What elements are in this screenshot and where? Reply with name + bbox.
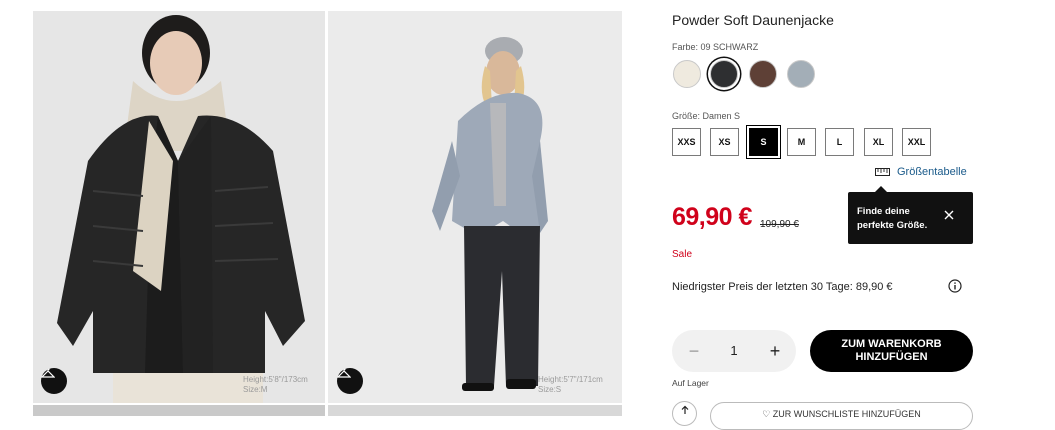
add-to-wishlist-button[interactable]: ♡ ZUR WUNSCHLISTE HINZUFÜGEN: [710, 402, 973, 430]
model-info: Height:5'8"/173cm Size:M: [243, 375, 308, 395]
product-image-model-1[interactable]: Height:5'8"/173cm Size:M: [33, 11, 325, 403]
product-image-next-row[interactable]: [33, 405, 325, 416]
tooltip-arrow: [875, 186, 887, 192]
color-swatch-beige[interactable]: [673, 60, 701, 88]
model-size: Size:M: [243, 385, 268, 394]
info-icon[interactable]: [948, 279, 962, 293]
ruler-icon: [875, 168, 890, 176]
size-button-s[interactable]: S: [749, 128, 778, 156]
hanger-glyph: [41, 368, 55, 378]
model-size: Size:S: [538, 385, 562, 394]
tooltip-text: Finde deine perfekte Größe.: [857, 206, 928, 231]
info-glyph: [948, 279, 962, 293]
size-chart-label: Größentabelle: [897, 166, 967, 178]
share-icon: [681, 405, 688, 414]
add-to-cart-button[interactable]: ZUM WARENKORB HINZUFÜGEN: [810, 330, 973, 372]
size-chart-link[interactable]: Größentabelle: [875, 166, 967, 178]
color-label: Farbe: 09 SCHWARZ: [672, 42, 759, 52]
model-1-illustration: [33, 11, 325, 403]
size-button-xs[interactable]: XS: [710, 128, 739, 156]
product-gallery: Height:5'8"/173cm Size:M Height:5'7"/171…: [0, 0, 640, 416]
size-button-xl[interactable]: XL: [864, 128, 893, 156]
size-tooltip: Finde deine perfekte Größe.: [848, 186, 973, 244]
hanger-glyph: [337, 368, 351, 378]
color-swatch-braun[interactable]: [749, 60, 777, 88]
model-info: Height:5'7"/171cm Size:S: [538, 375, 603, 395]
quantity-decrease-button[interactable]: −: [684, 341, 704, 361]
model-height: Height:5'7"/171cm: [538, 375, 603, 384]
product-title: Powder Soft Daunenjacke: [672, 12, 834, 28]
stock-status: Auf Lager: [672, 378, 709, 388]
color-swatch-hellblau[interactable]: [787, 60, 815, 88]
size-button-l[interactable]: L: [825, 128, 854, 156]
original-price: 109,90 €: [760, 219, 799, 230]
size-button-xxs[interactable]: XXS: [672, 128, 701, 156]
quantity-stepper: − 1 +: [672, 330, 796, 372]
hanger-icon[interactable]: [41, 368, 67, 394]
quantity-increase-button[interactable]: +: [764, 340, 786, 362]
add-to-cart-label: ZUM WARENKORB HINZUFÜGEN: [841, 338, 942, 363]
close-icon[interactable]: [942, 208, 956, 222]
current-price: 69,90 €: [672, 203, 752, 231]
size-label: Größe: Damen S: [672, 111, 741, 121]
color-swatch-schwarz[interactable]: [710, 60, 738, 88]
model-height: Height:5'8"/173cm: [243, 375, 308, 384]
share-button[interactable]: [672, 401, 697, 426]
close-glyph: [944, 210, 954, 220]
sale-label: Sale: [672, 249, 693, 260]
model-2-illustration: [328, 11, 622, 403]
product-image-model-2[interactable]: Height:5'7"/171cm Size:S: [328, 11, 622, 403]
quantity-value[interactable]: 1: [724, 343, 744, 358]
hanger-icon[interactable]: [337, 368, 363, 394]
lowest-price-info: Niedrigster Preis der letzten 30 Tage: 8…: [672, 281, 893, 293]
size-button-xxl[interactable]: XXL: [902, 128, 931, 156]
product-image-next-row[interactable]: [328, 405, 622, 416]
size-button-m[interactable]: M: [787, 128, 816, 156]
